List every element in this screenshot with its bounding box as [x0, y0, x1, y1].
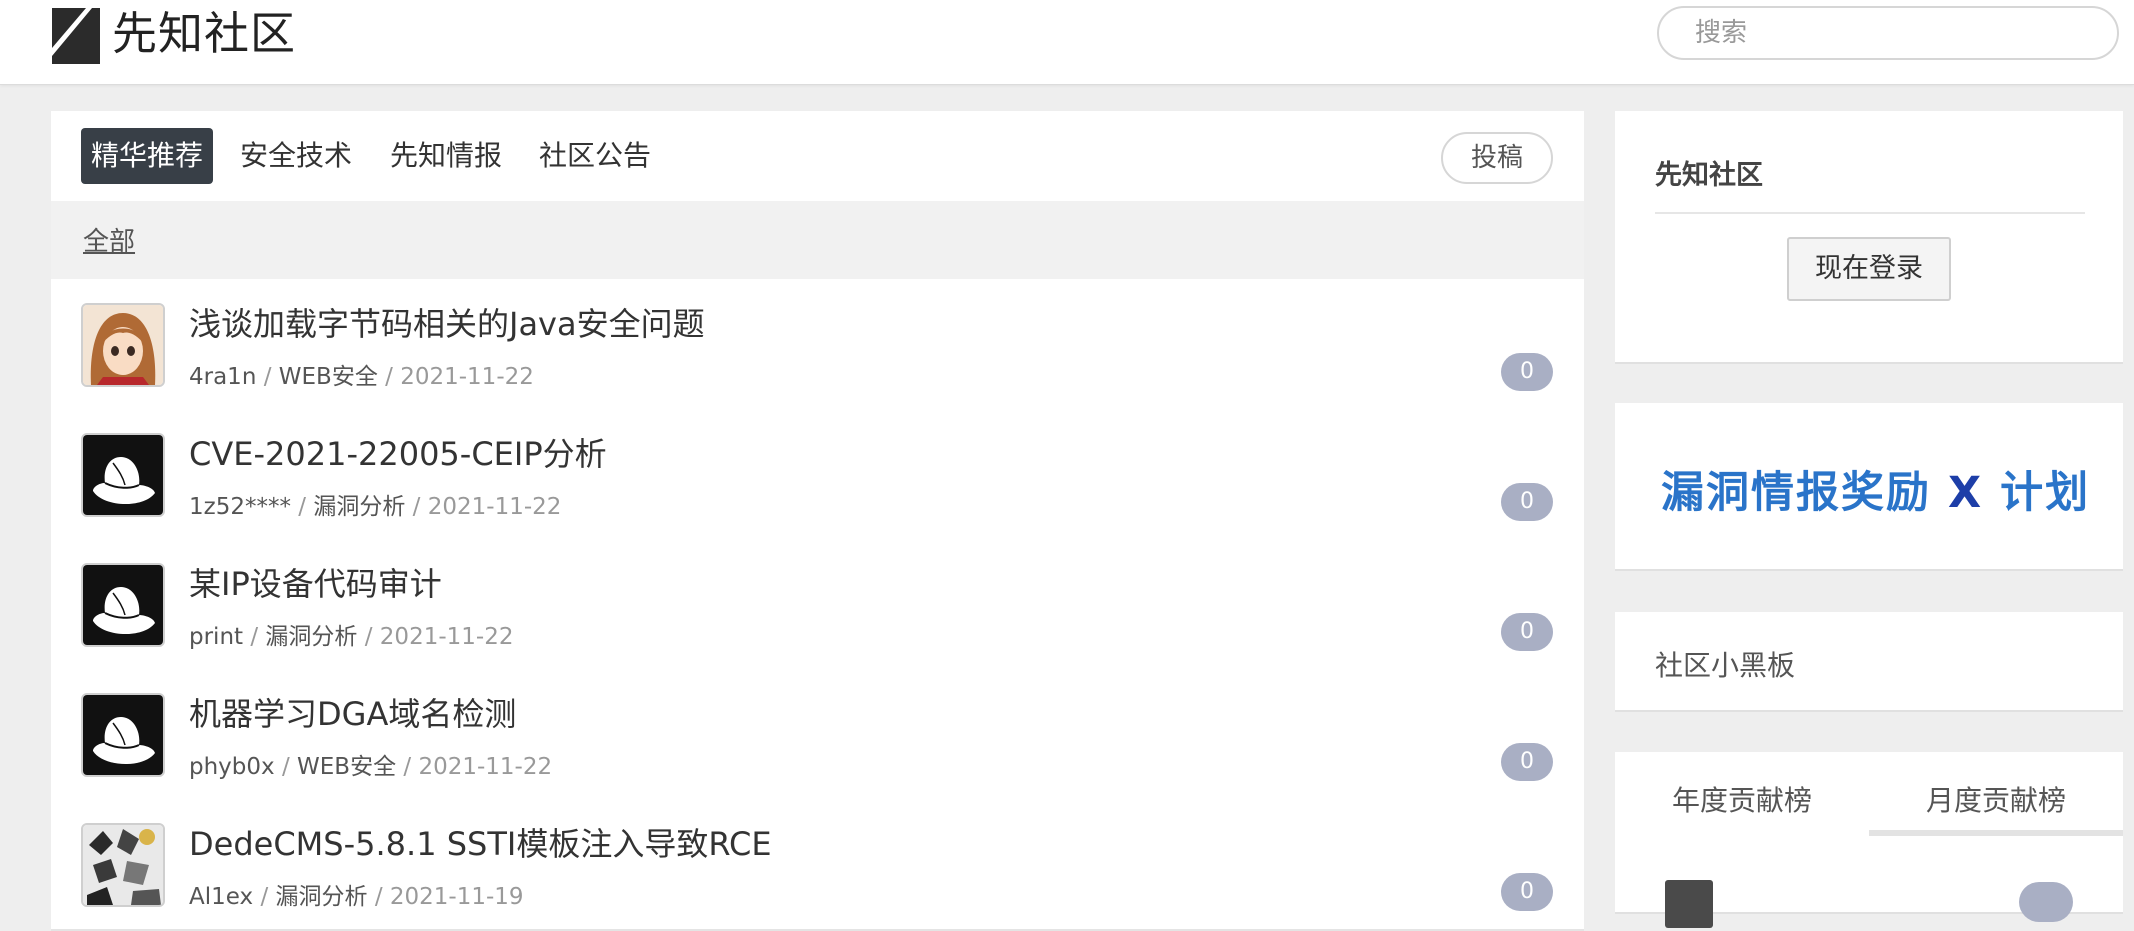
site-title[interactable]: 先知社区	[112, 6, 296, 62]
banner-text-part: X	[1947, 468, 1984, 518]
filter-all-link[interactable]: 全部	[83, 221, 135, 258]
avatar[interactable]	[81, 303, 165, 387]
category-tabs: 精华推荐 安全技术 先知情报 社区公告 投稿	[51, 111, 1584, 201]
post-date: 2021-11-22	[418, 754, 553, 780]
contribution-ranking-card: 年度贡献榜 月度贡献榜	[1615, 752, 2123, 928]
comment-count-badge: 0	[1501, 353, 1553, 391]
banner-text-part: 计划	[2000, 468, 2091, 518]
list-item: CVE-2021-22005-CEIP分析 1z52**** / 漏洞分析 / …	[51, 409, 1584, 541]
post-category-link[interactable]: 漏洞分析	[276, 884, 368, 910]
post-title-link[interactable]: 某IP设备代码审计	[189, 559, 442, 605]
post-title-link[interactable]: CVE-2021-22005-CEIP分析	[189, 429, 607, 475]
post-author-link[interactable]: print	[189, 624, 243, 650]
meta-separator: /	[263, 364, 279, 390]
list-item: DedeCMS-5.8.1 SSTI模板注入导致RCE Al1ex / 漏洞分析…	[51, 799, 1584, 931]
avatar[interactable]	[81, 823, 165, 907]
meta-separator: /	[412, 494, 428, 520]
list-item: 浅谈加载字节码相关的Java安全问题 4ra1n / WEB安全 / 2021-…	[51, 279, 1584, 411]
post-meta: 4ra1n / WEB安全 / 2021-11-22	[189, 357, 534, 391]
search-input[interactable]	[1657, 6, 2119, 60]
meta-separator: /	[298, 494, 314, 520]
community-card-title: 先知社区	[1655, 160, 1763, 191]
meta-separator: /	[403, 754, 419, 780]
post-date: 2021-11-19	[389, 884, 524, 910]
post-category-link[interactable]: WEB安全	[279, 364, 378, 390]
list-item: 机器学习DGA域名检测 phyb0x / WEB安全 / 2021-11-22 …	[51, 669, 1584, 801]
login-button[interactable]: 现在登录	[1787, 237, 1951, 301]
post-date: 2021-11-22	[427, 494, 562, 520]
post-meta: phyb0x / WEB安全 / 2021-11-22	[189, 747, 552, 781]
post-date: 2021-11-22	[379, 624, 514, 650]
post-category-link[interactable]: 漏洞分析	[313, 494, 405, 520]
post-author-link[interactable]: Al1ex	[189, 884, 253, 910]
white-hat-icon	[83, 695, 163, 775]
tab-monthly-ranking[interactable]: 月度贡献榜	[1869, 772, 2123, 836]
blackboard-title[interactable]: 社区小黑板	[1655, 644, 1795, 684]
post-author-link[interactable]: 4ra1n	[189, 364, 256, 390]
post-meta: Al1ex / 漏洞分析 / 2021-11-19	[189, 877, 524, 911]
avatar[interactable]	[81, 433, 165, 517]
filter-bar: 全部	[51, 201, 1584, 281]
white-hat-icon	[83, 565, 163, 645]
post-category-link[interactable]: WEB安全	[297, 754, 396, 780]
post-date: 2021-11-22	[400, 364, 534, 390]
bounty-banner-link[interactable]: 漏洞情报奖励 X 计划	[1661, 458, 2090, 520]
tab-security-tech[interactable]: 安全技术	[230, 128, 362, 184]
comment-count-badge: 0	[1501, 483, 1553, 521]
blackboard-card: 社区小黑板	[1615, 612, 2123, 712]
tab-intel[interactable]: 先知情报	[380, 128, 512, 184]
post-meta: 1z52**** / 漏洞分析 / 2021-11-22	[189, 487, 561, 521]
post-author-link[interactable]: 1z52****	[189, 494, 291, 520]
comment-count-badge: 0	[1501, 873, 1553, 911]
comment-count-badge: 0	[1501, 613, 1553, 651]
top-navbar: 先知社区	[0, 0, 2134, 85]
collage-icon	[83, 825, 163, 905]
anime-girl-icon	[83, 305, 163, 385]
tab-announcements[interactable]: 社区公告	[529, 128, 661, 184]
post-title-link[interactable]: 浅谈加载字节码相关的Java安全问题	[189, 299, 705, 345]
logo-icon[interactable]	[52, 8, 100, 64]
meta-separator: /	[250, 624, 266, 650]
white-hat-icon	[83, 435, 163, 515]
meta-separator: /	[260, 884, 276, 910]
banner-text-part: 漏洞情报奖励	[1661, 468, 1931, 518]
bounty-banner-card: 漏洞情报奖励 X 计划	[1615, 403, 2123, 571]
post-meta: print / 漏洞分析 / 2021-11-22	[189, 617, 513, 651]
meta-separator: /	[281, 754, 298, 780]
avatar[interactable]	[81, 693, 165, 777]
comment-count-badge: 0	[1501, 743, 1553, 781]
ranking-count-badge	[2019, 882, 2073, 922]
avatar[interactable]	[1665, 880, 1713, 928]
post-category-link[interactable]: 漏洞分析	[265, 624, 357, 650]
tab-annual-ranking[interactable]: 年度贡献榜	[1615, 772, 1869, 830]
main-panel: 精华推荐 安全技术 先知情报 社区公告 投稿 全部 浅谈加载字节码相关的Java…	[51, 111, 1584, 931]
list-item: 某IP设备代码审计 print / 漏洞分析 / 2021-11-22 0	[51, 539, 1584, 671]
tab-featured[interactable]: 精华推荐	[81, 128, 214, 184]
divider	[1655, 212, 2085, 214]
avatar[interactable]	[81, 563, 165, 647]
post-title-link[interactable]: 机器学习DGA域名检测	[189, 689, 516, 735]
meta-separator: /	[385, 364, 401, 390]
community-card: 先知社区 现在登录	[1615, 111, 2123, 364]
submit-post-button[interactable]: 投稿	[1441, 132, 1553, 184]
meta-separator: /	[364, 624, 380, 650]
meta-separator: /	[374, 884, 390, 910]
post-title-link[interactable]: DedeCMS-5.8.1 SSTI模板注入导致RCE	[189, 819, 772, 865]
post-author-link[interactable]: phyb0x	[189, 754, 275, 780]
